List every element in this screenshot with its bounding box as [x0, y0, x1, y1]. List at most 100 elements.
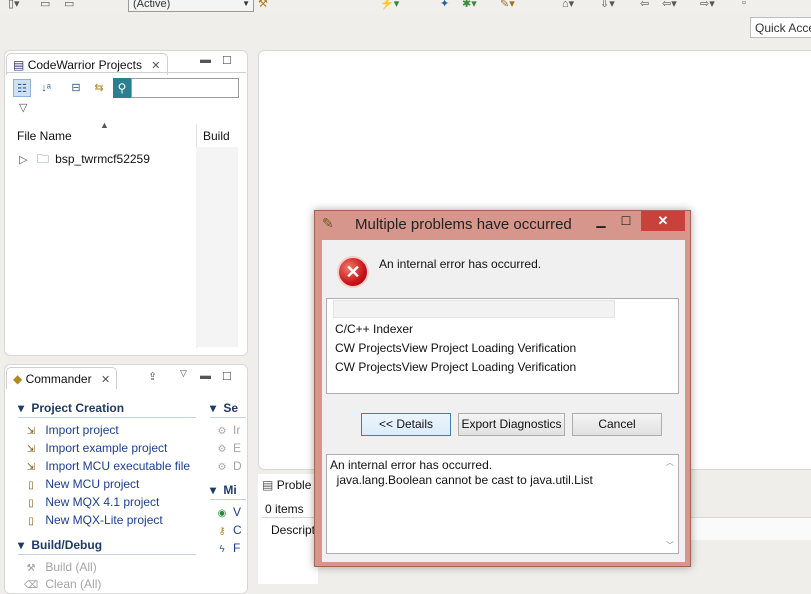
cmd-import-mcu-exe[interactable]: ⇲ Import MCU executable file — [24, 459, 190, 474]
projects-tab-label: CodeWarrior Projects — [27, 58, 142, 72]
collapse-icon: ▾ — [18, 538, 25, 552]
perspective-icon[interactable]: ▫ — [742, 0, 746, 9]
cmd-new-mqx-project[interactable]: ▯ New MQX 4.1 project — [24, 495, 159, 510]
details-text-area[interactable]: An internal error has occurred. java.lan… — [326, 454, 679, 554]
minimize-icon[interactable]: ▁ — [589, 212, 613, 230]
expand-icon[interactable]: ▷ — [19, 154, 27, 166]
nav-icon[interactable]: ⌂▾ — [562, 0, 574, 10]
problem-item[interactable]: C/C++ Indexer — [335, 322, 413, 336]
build-config-combo[interactable]: (Active) ▼ — [128, 0, 254, 12]
gear-icon: ⚙ — [217, 426, 227, 437]
save-all-icon[interactable]: ▭ — [64, 0, 74, 10]
project-filter-input[interactable] — [131, 78, 239, 98]
section-project-creation[interactable]: ▾ Project Creation — [18, 401, 124, 415]
column-file-name[interactable]: File Name — [17, 129, 72, 143]
section-settings[interactable]: ▾ Se — [210, 401, 238, 415]
cmd-label: Ir — [233, 423, 241, 437]
sort-az-icon[interactable]: ↓ᵃ — [37, 79, 55, 97]
globe-icon: ◉ — [217, 508, 227, 519]
search-icon[interactable]: ⚲ — [113, 78, 131, 98]
problem-list-blank-row[interactable] — [333, 300, 615, 318]
cmd-label: E — [233, 441, 242, 455]
save-icon[interactable]: ▭ — [40, 0, 50, 10]
link-editor-icon[interactable]: ⇆ — [90, 79, 108, 97]
tab-problems[interactable]: ▤ Proble — [262, 478, 311, 492]
chevron-down-icon: ▼ — [242, 0, 250, 8]
next-annotation-icon[interactable]: ⇩▾ — [600, 0, 615, 10]
cmd-right-a2[interactable]: ⚙ E — [215, 441, 242, 456]
tool-icon[interactable]: ✎▾ — [500, 0, 515, 10]
cmd-label: D — [233, 459, 242, 473]
problem-item[interactable]: CW ProjectsView Project Loading Verifica… — [335, 341, 576, 355]
eclipse-icon: ✎ — [322, 215, 334, 231]
close-icon[interactable]: ✕ — [151, 60, 160, 72]
cmd-right-b3[interactable]: ϟF — [215, 541, 240, 556]
error-icon: ✕ — [337, 256, 369, 288]
import-icon: ⇲ — [26, 462, 36, 473]
column-build[interactable]: Build — [203, 129, 230, 143]
minimize-icon[interactable]: ▬ — [200, 370, 211, 382]
section-separator — [18, 417, 196, 418]
new-project-icon: ▯ — [28, 480, 34, 491]
scroll-down-icon[interactable]: ﹀ — [666, 540, 674, 551]
problem-item[interactable]: CW ProjectsView Project Loading Verifica… — [335, 360, 576, 374]
tree-row-project[interactable]: ▷ 🗀 bsp_twrmcf52259 — [19, 150, 150, 171]
cmd-label: Import example project — [45, 441, 168, 455]
section-build-debug[interactable]: ▾ Build/Debug — [18, 538, 102, 552]
view-menu-icon[interactable]: ▽ — [180, 368, 187, 379]
cmd-import-project[interactable]: ⇲ Import project — [24, 423, 119, 438]
section-misc[interactable]: ▾ Mi — [210, 483, 237, 497]
new-project-icon: ▯ — [28, 498, 34, 509]
cmd-new-mqx-lite-project[interactable]: ▯ New MQX-Lite project — [24, 513, 162, 528]
view-menu-icon[interactable]: ▽ — [19, 101, 27, 114]
cmd-new-mcu-project[interactable]: ▯ New MCU project — [24, 477, 139, 492]
main-toolbar — [0, 0, 811, 14]
scroll-up-icon[interactable]: ︿ — [666, 457, 674, 468]
cmd-label: V — [233, 505, 242, 519]
problems-tab-label: Proble — [276, 478, 312, 492]
build-config-value: (Active) — [133, 0, 171, 10]
maximize-icon[interactable]: ☐ — [222, 370, 232, 383]
back-dropdown-icon[interactable]: ⇦▾ — [662, 0, 677, 10]
flash-icon[interactable]: ✦ — [440, 0, 449, 10]
problems-header-right — [690, 518, 811, 540]
close-icon[interactable]: ✕ — [101, 374, 110, 386]
new-file-icon[interactable]: ▯▾ — [8, 0, 20, 10]
cancel-button[interactable]: Cancel — [572, 413, 662, 436]
cmd-right-a3[interactable]: ⚙ D — [215, 459, 242, 474]
cmd-label: New MCU project — [45, 477, 140, 491]
problems-count: 0 items — [265, 502, 304, 516]
cmd-clean-all[interactable]: ⌫ Clean (All) — [24, 577, 101, 592]
new-project-icon: ▯ — [28, 516, 34, 527]
panel-divider — [6, 72, 246, 73]
project-folder-icon: 🗀 — [36, 152, 49, 166]
maximize-icon[interactable]: ☐ — [614, 212, 638, 230]
cmd-label: C — [233, 523, 242, 537]
collapse-all-icon[interactable]: ⊟ — [67, 79, 85, 97]
close-icon[interactable]: ✕ — [641, 211, 685, 231]
forward-icon[interactable]: ⇨▾ — [700, 0, 715, 10]
hammer-icon[interactable]: ⚒ — [258, 0, 268, 10]
cmd-build-all[interactable]: ⚒ Build (All) — [24, 560, 97, 575]
cmd-import-example[interactable]: ⇲ Import example project — [24, 441, 168, 456]
details-button[interactable]: << Details — [361, 413, 451, 436]
new-view-icon[interactable]: ⇪ — [148, 370, 157, 383]
cmd-right-b1[interactable]: ◉ V — [215, 505, 241, 520]
quick-access-field[interactable]: Quick Access — [750, 17, 811, 38]
flash-icon: ϟ — [219, 544, 225, 555]
run-icon[interactable]: ✱▾ — [462, 0, 477, 10]
minimize-icon[interactable]: ▬ — [200, 54, 211, 66]
cmd-label: Import project — [45, 423, 119, 437]
cmd-right-b2[interactable]: ⚷ C — [215, 523, 242, 538]
group-by-icon[interactable]: ☷ — [13, 79, 31, 97]
export-diagnostics-button[interactable]: Export Diagnostics — [458, 413, 565, 436]
back-icon[interactable]: ⇦ — [640, 0, 649, 10]
column-description[interactable]: Descript — [271, 523, 315, 537]
cmd-label: New MQX 4.1 project — [45, 495, 160, 509]
debug-icon[interactable]: ⚡▾ — [380, 0, 399, 10]
import-icon: ⇲ — [26, 444, 36, 455]
cmd-right-a1[interactable]: ⚙ Ir — [215, 423, 241, 438]
maximize-icon[interactable]: ☐ — [222, 54, 232, 67]
tab-commander[interactable]: ◆ Commander ✕ — [6, 367, 118, 389]
details-scrollbar[interactable]: ︿ ﹀ — [663, 455, 678, 553]
